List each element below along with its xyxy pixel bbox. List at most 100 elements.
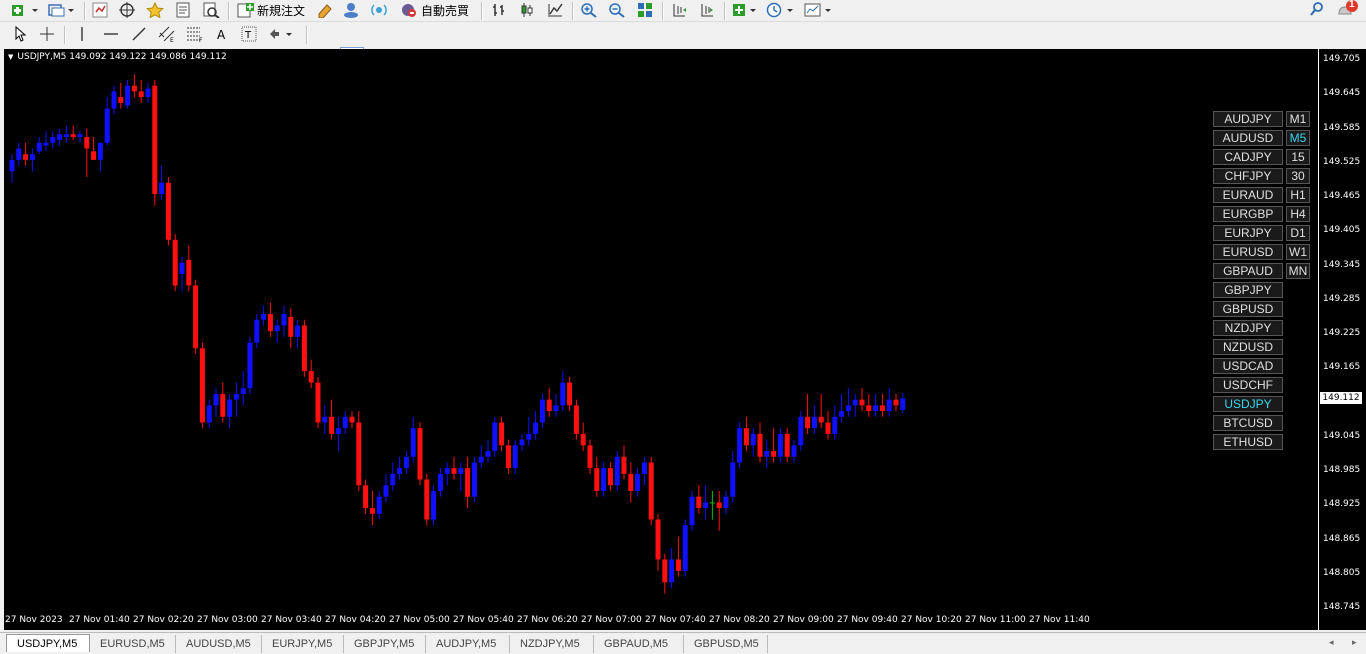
crosshair-icon[interactable]: [36, 25, 58, 43]
candle: [77, 131, 83, 143]
candle: [57, 128, 63, 146]
chart-tab[interactable]: GBPUSD,M5: [684, 635, 768, 653]
new-chart-icon[interactable]: [8, 1, 42, 19]
symbol-button-audusd[interactable]: AUDUSD: [1213, 130, 1283, 146]
horizontal-line-icon[interactable]: [100, 25, 122, 43]
text-label-icon[interactable]: T: [238, 25, 260, 43]
text-tool-icon[interactable]: A: [212, 25, 232, 43]
candle-body: [519, 439, 525, 446]
scroll-left-icon[interactable]: ◂: [1329, 637, 1334, 648]
candle-body: [288, 316, 294, 337]
market-watch-icon[interactable]: [90, 1, 110, 19]
zoom-out-icon[interactable]: [606, 1, 628, 19]
arrows-icon[interactable]: [266, 25, 298, 43]
templates-icon[interactable]: [802, 1, 836, 19]
timeframe-button-15[interactable]: 15: [1286, 149, 1310, 165]
signals-icon[interactable]: [368, 1, 390, 19]
timeframe-button-30[interactable]: 30: [1286, 168, 1310, 184]
metaeditor-icon[interactable]: [314, 1, 336, 19]
tile-windows-icon[interactable]: [634, 1, 656, 19]
cursor-icon[interactable]: [10, 25, 30, 43]
symbol-button-eurgbp[interactable]: EURGBP: [1213, 206, 1283, 222]
current-price-label: 149.112: [1320, 392, 1362, 404]
timeframe-button-w1[interactable]: W1: [1286, 244, 1310, 260]
symbol-button-usdcad[interactable]: USDCAD: [1213, 358, 1283, 374]
symbol-button-gbpjpy[interactable]: GBPJPY: [1213, 282, 1283, 298]
favorites-icon[interactable]: [144, 1, 166, 19]
auto-scroll-icon[interactable]: [696, 1, 718, 19]
symbol-button-nzdusd[interactable]: NZDUSD: [1213, 339, 1283, 355]
symbol-button-eurusd[interactable]: EURUSD: [1213, 244, 1283, 260]
candle: [227, 393, 233, 429]
indicators-icon[interactable]: [730, 1, 760, 19]
account-icon[interactable]: [340, 1, 362, 19]
chart-tab[interactable]: USDJPY,M5: [6, 634, 90, 652]
symbol-button-usdjpy[interactable]: USDJPY: [1213, 396, 1283, 412]
profiles-icon[interactable]: [46, 1, 78, 19]
candle-body: [410, 428, 416, 457]
periods-clock-icon[interactable]: [764, 1, 798, 19]
symbol-button-cadjpy[interactable]: CADJPY: [1213, 149, 1283, 165]
vertical-line-icon[interactable]: [72, 25, 92, 43]
symbol-button-gbpusd[interactable]: GBPUSD: [1213, 301, 1283, 317]
candle: [648, 456, 654, 526]
navigator-icon[interactable]: [116, 1, 138, 19]
symbol-button-gbpaud[interactable]: GBPAUD: [1213, 263, 1283, 279]
timeframe-button-h4[interactable]: H4: [1286, 206, 1310, 222]
candle: [750, 428, 756, 457]
candle-body: [9, 159, 15, 172]
fibonacci-icon[interactable]: F: [184, 25, 206, 43]
symbol-button-audjpy[interactable]: AUDJPY: [1213, 111, 1283, 127]
bar-chart-icon[interactable]: [488, 1, 510, 19]
symbol-button-eurjpy[interactable]: EURJPY: [1213, 225, 1283, 241]
candle: [50, 131, 56, 149]
candlestick-chart-icon[interactable]: [516, 1, 538, 19]
notifications-icon[interactable]: 1: [1336, 0, 1362, 18]
auto-trading-icon[interactable]: [398, 1, 420, 19]
candle: [669, 548, 675, 589]
chart-tab[interactable]: AUDJPY,M5: [426, 635, 510, 653]
trendline-icon[interactable]: [128, 25, 150, 43]
candle-body: [186, 259, 192, 286]
timeframe-button-mn[interactable]: MN: [1286, 263, 1310, 279]
symbol-button-chfjpy[interactable]: CHFJPY: [1213, 168, 1283, 184]
equidistant-channel-icon[interactable]: E: [156, 25, 178, 43]
chart-plot[interactable]: [4, 49, 1318, 630]
terminal-icon[interactable]: [172, 1, 194, 19]
candle-body: [798, 416, 804, 446]
collapse-arrow-icon[interactable]: ▼: [8, 53, 13, 61]
chart-tab[interactable]: AUDUSD,M5: [176, 635, 262, 653]
candle-body: [138, 91, 144, 98]
new-order-label[interactable]: 新規注文: [257, 2, 305, 19]
chart-tab[interactable]: GBPAUD,M5: [594, 635, 684, 653]
symbol-button-usdchf[interactable]: USDCHF: [1213, 377, 1283, 393]
candle-body: [573, 405, 579, 434]
chart-tab[interactable]: NZDJPY,M5: [510, 635, 594, 653]
zoom-in-icon[interactable]: [578, 1, 600, 19]
auto-trading-label[interactable]: 自動売買: [421, 2, 469, 19]
new-order-icon[interactable]: [236, 1, 256, 19]
symbol-button-btcusd[interactable]: BTCUSD: [1213, 415, 1283, 431]
search-icon[interactable]: [1306, 0, 1328, 18]
candle: [499, 416, 505, 452]
chart-tab[interactable]: EURUSD,M5: [90, 635, 176, 653]
candle: [70, 125, 76, 140]
symbol-button-euraud[interactable]: EURAUD: [1213, 187, 1283, 203]
symbol-button-ethusd[interactable]: ETHUSD: [1213, 434, 1283, 450]
line-chart-icon[interactable]: [544, 1, 566, 19]
strategy-tester-icon[interactable]: [200, 1, 222, 19]
timeframe-button-m5[interactable]: M5: [1286, 130, 1310, 146]
timeframe-button-m1[interactable]: M1: [1286, 111, 1310, 127]
chart-tab[interactable]: EURJPY,M5: [262, 635, 344, 653]
chart-shift-icon[interactable]: [668, 1, 690, 19]
svg-text:F: F: [199, 37, 203, 43]
svg-text:T: T: [244, 30, 252, 41]
scroll-right-icon[interactable]: ▸: [1352, 637, 1357, 648]
timeframe-button-d1[interactable]: D1: [1286, 225, 1310, 241]
symbol-button-nzdjpy[interactable]: NZDJPY: [1213, 320, 1283, 336]
timeframe-button-h1[interactable]: H1: [1286, 187, 1310, 203]
candle: [505, 439, 511, 474]
candle-body: [70, 134, 76, 138]
chart-tab[interactable]: GBPJPY,M5: [344, 635, 426, 653]
chart-window[interactable]: ▼ USDJPY,M5 149.092 149.122 149.086 149.1…: [4, 49, 1366, 630]
